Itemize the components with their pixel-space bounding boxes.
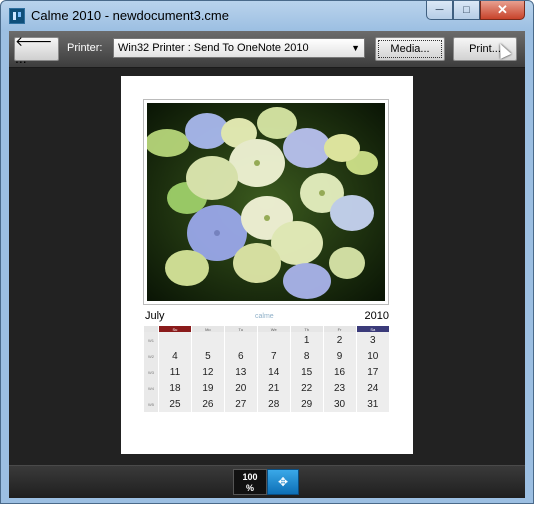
calendar-day (158, 332, 192, 348)
calendar-day: 14 (256, 364, 291, 380)
hydrangea-photo (147, 103, 385, 301)
close-button[interactable]: ✕ (480, 1, 525, 20)
calendar-day: 2 (322, 332, 357, 348)
print-preview-area: July calme 2010 Su Mo Tu We Th Fr Sa W1 … (9, 68, 525, 465)
calendar-day: 8 (289, 348, 324, 364)
preview-page: July calme 2010 Su Mo Tu We Th Fr Sa W1 … (121, 76, 413, 454)
calendar-day: 27 (223, 396, 258, 412)
calendar-day: 25 (158, 396, 192, 412)
calendar-day: 18 (158, 380, 192, 396)
calendar-week-row: W4 18 19 20 21 22 23 24 (143, 380, 389, 396)
move-arrows-icon[interactable]: ✥ (267, 469, 299, 495)
zoom-level-button[interactable]: 100 % (233, 469, 267, 495)
calendar-day: 15 (289, 364, 324, 380)
zoom-unit: % (245, 483, 254, 493)
calme-logo: calme (255, 313, 274, 320)
week-number: W3 (143, 364, 159, 380)
app-icon (9, 8, 25, 24)
calendar-day (256, 332, 291, 348)
calendar-day: 29 (289, 396, 324, 412)
calendar-day: 21 (256, 380, 291, 396)
printer-select-value: Win32 Printer : Send To OneNote 2010 (118, 42, 309, 54)
calendar-day: 1 (289, 332, 324, 348)
calendar-day: 10 (355, 348, 389, 364)
calendar-day: 17 (355, 364, 389, 380)
calendar-day: 12 (190, 364, 225, 380)
calendar-heading: July calme 2010 (145, 310, 389, 324)
calendar-day: 31 (355, 396, 389, 412)
calendar-year: 2010 (364, 310, 389, 322)
calendar-day: 20 (223, 380, 258, 396)
calendar-month: July (145, 310, 165, 322)
calendar-day: 4 (158, 348, 192, 364)
calendar-week-row: W1 1 2 3 (143, 332, 389, 348)
calendar-grid: Su Mo Tu We Th Fr Sa W1 1 2 3 W2 4 5 6 7… (143, 326, 389, 412)
zoom-bar: 100 % ✥ (9, 465, 525, 498)
calendar-day: 26 (190, 396, 225, 412)
calendar-week-row: W2 4 5 6 7 8 9 10 (143, 348, 389, 364)
week-number: W4 (143, 380, 159, 396)
calendar-day: 3 (355, 332, 389, 348)
window-title: Calme 2010 - newdocument3.cme (31, 8, 229, 23)
app-window: Calme 2010 - newdocument3.cme ─ □ ✕ 🡐 ..… (0, 0, 534, 504)
calendar-day: 16 (322, 364, 357, 380)
calendar-day: 13 (223, 364, 258, 380)
calendar-week-row: W5 25 26 27 28 29 30 31 (143, 396, 389, 412)
calendar-day: 9 (322, 348, 357, 364)
back-button[interactable]: 🡐 ... (14, 33, 59, 66)
maximize-button[interactable]: □ (453, 1, 480, 20)
media-button[interactable]: Media... (375, 37, 445, 61)
calendar-day: 23 (322, 380, 357, 396)
calendar-day: 6 (223, 348, 258, 364)
client-area: 🡐 ... Printer: Win32 Printer : Send To O… (9, 31, 525, 498)
printer-select[interactable]: Win32 Printer : Send To OneNote 2010 ▼ (113, 38, 365, 58)
calendar-day: 7 (256, 348, 291, 364)
printer-label: Printer: (67, 42, 103, 54)
calendar-day (223, 332, 258, 348)
zoom-value: 100 (242, 472, 258, 482)
calendar-day: 22 (289, 380, 324, 396)
chevron-down-icon: ▼ (351, 43, 360, 53)
window-controls: ─ □ ✕ (426, 1, 525, 21)
calendar-day: 24 (355, 380, 389, 396)
calendar-day: 28 (256, 396, 291, 412)
week-number: W1 (143, 332, 159, 348)
title-bar[interactable]: Calme 2010 - newdocument3.cme ─ □ ✕ (1, 1, 533, 31)
calendar-day (190, 332, 225, 348)
calendar-day: 19 (190, 380, 225, 396)
week-number: W5 (143, 396, 159, 412)
calendar-day: 30 (322, 396, 357, 412)
toolbar: 🡐 ... Printer: Win32 Printer : Send To O… (9, 31, 525, 68)
week-number: W2 (143, 348, 159, 364)
calendar-day: 11 (158, 364, 192, 380)
photo-frame (143, 99, 389, 305)
calendar-week-row: W3 11 12 13 14 15 16 17 (143, 364, 389, 380)
calendar-day: 5 (190, 348, 225, 364)
minimize-button[interactable]: ─ (426, 1, 453, 20)
